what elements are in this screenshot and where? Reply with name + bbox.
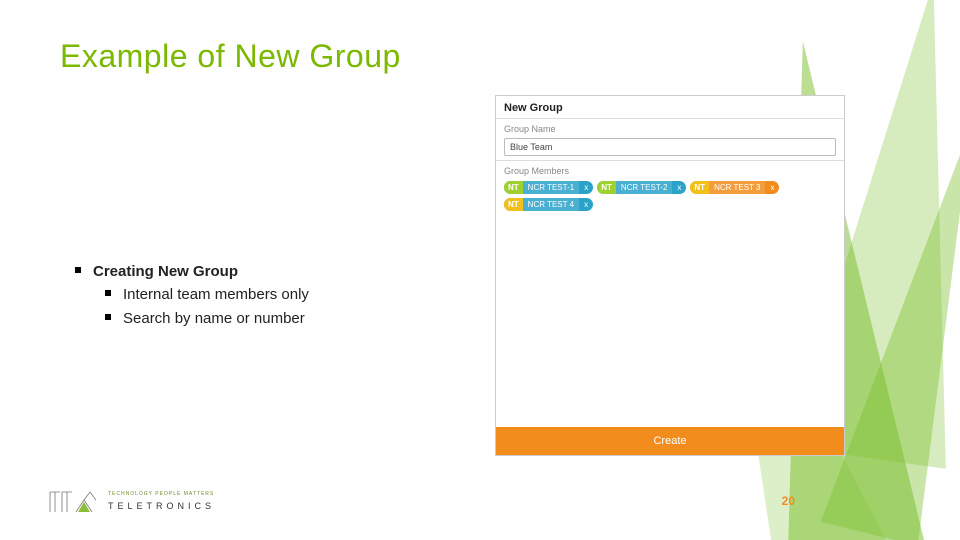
bullet-square-icon (75, 267, 81, 273)
member-chip-abbr: NT (597, 181, 616, 194)
member-chip[interactable]: NT NCR TEST 4 x (504, 198, 593, 211)
member-chip-name: NCR TEST-1 (523, 181, 580, 194)
member-chip-abbr: NT (504, 198, 523, 211)
group-members-chips: NT NCR TEST-1 x NT NCR TEST-2 x NT NCR T… (504, 181, 836, 211)
member-chip[interactable]: NT NCR TEST-2 x (597, 181, 686, 194)
page-number: 20 (782, 494, 795, 508)
bullet-square-icon (105, 290, 111, 296)
close-icon[interactable]: x (579, 198, 593, 211)
group-members-label: Group Members (496, 161, 844, 178)
bullet-sub-1-label: Internal team members only (123, 283, 309, 306)
bullet-main: Creating New Group (75, 260, 309, 283)
create-button[interactable]: Create (496, 427, 844, 455)
member-chip[interactable]: NT NCR TEST 3 x (690, 181, 779, 194)
bullet-main-label: Creating New Group (93, 260, 238, 283)
member-chip-name: NCR TEST-2 (616, 181, 673, 194)
panel-heading: New Group (496, 96, 844, 119)
group-name-input[interactable]: Blue Team (504, 138, 836, 156)
member-chip-name: NCR TEST 4 (523, 198, 579, 211)
close-icon[interactable]: x (765, 181, 779, 194)
logo-brand: TELETRONICS (108, 501, 215, 511)
member-chip-abbr: NT (690, 181, 709, 194)
close-icon[interactable]: x (579, 181, 593, 194)
footer-logo: TECHNOLOGY PEOPLE MATTERS TELETRONICS (48, 486, 215, 516)
member-chip-abbr: NT (504, 181, 523, 194)
bullet-sub-1: Internal team members only (105, 283, 309, 306)
slide-title: Example of New Group (60, 38, 401, 75)
bullet-sub-2-label: Search by name or number (123, 307, 305, 330)
bullet-square-icon (105, 314, 111, 320)
bullet-list: Creating New Group Internal team members… (75, 260, 309, 330)
logo-mark-icon (48, 486, 100, 516)
logo-tagline: TECHNOLOGY PEOPLE MATTERS (108, 492, 215, 497)
new-group-panel: New Group Group Name Blue Team Group Mem… (495, 95, 845, 456)
member-chip[interactable]: NT NCR TEST-1 x (504, 181, 593, 194)
close-icon[interactable]: x (672, 181, 686, 194)
member-chip-name: NCR TEST 3 (709, 181, 765, 194)
group-name-label: Group Name (496, 119, 844, 136)
bullet-sub-2: Search by name or number (105, 307, 309, 330)
